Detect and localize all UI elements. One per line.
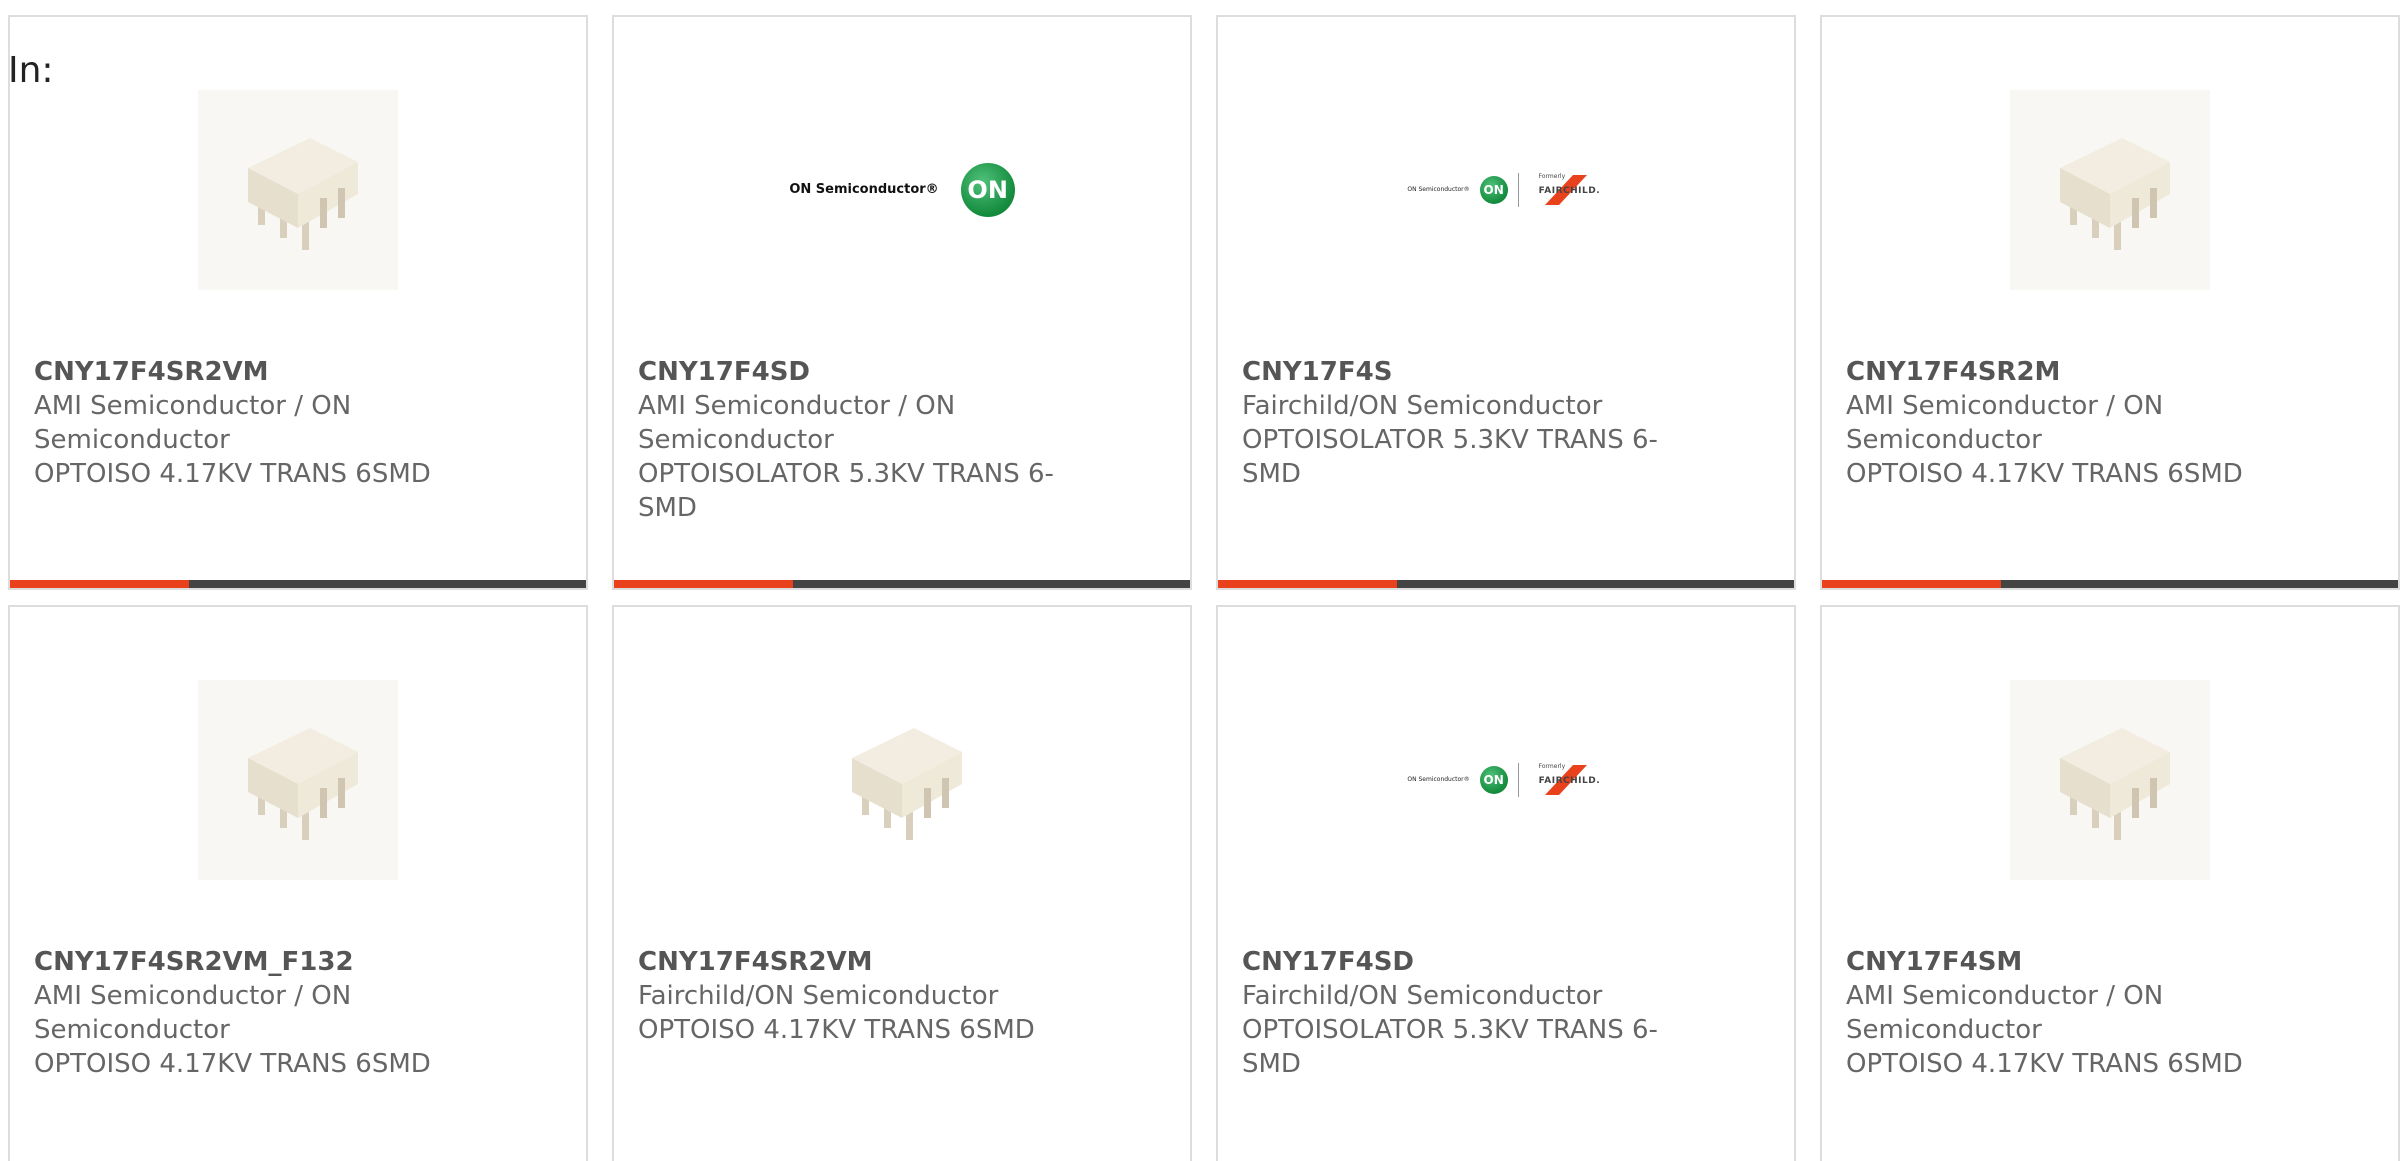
product-image	[10, 87, 586, 292]
logo-text: ON Semiconductor®	[789, 182, 939, 197]
product-image: ON Semiconductor® ON Formerly FAIRCHILD.	[1218, 87, 1794, 292]
chip-6smd-image	[802, 679, 1002, 880]
description: OPTOISO 4.17KV TRANS 6SMD	[638, 1015, 1035, 1045]
part-number[interactable]: CNY17F4SD	[1242, 945, 1682, 979]
product-card[interactable]: CNY17F4SR2VM AMI Semiconductor / ON Semi…	[8, 15, 588, 590]
manufacturer: AMI Semiconductor / ON Semiconductor	[638, 391, 956, 455]
product-info: CNY17F4SR2VM Fairchild/ON Semiconductor …	[638, 945, 1078, 1047]
part-number[interactable]: CNY17F4SD	[638, 355, 1078, 389]
logo-divider	[1517, 172, 1519, 207]
chip-6smd-image	[198, 679, 398, 880]
logo-text: ON Semiconductor®	[1407, 186, 1470, 193]
part-number[interactable]: CNY17F4S	[1242, 355, 1682, 389]
description: OPTOISO 4.17KV TRANS 6SMD	[1846, 1049, 2243, 1079]
product-image	[10, 677, 586, 882]
product-results-page: In: CNY17F4SR2VM AMI Semiconductor / ON …	[0, 0, 2400, 1161]
product-info: CNY17F4SD AMI Semiconductor / ON Semicon…	[638, 355, 1078, 525]
description: OPTOISO 4.17KV TRANS 6SMD	[34, 1049, 431, 1079]
product-card[interactable]: CNY17F4SR2VM Fairchild/ON Semiconductor …	[612, 605, 1192, 1161]
on-logo-icon: ON	[960, 162, 1015, 217]
part-number[interactable]: CNY17F4SR2VM	[638, 945, 1078, 979]
manufacturer: Fairchild/ON Semiconductor	[638, 981, 999, 1011]
on-fairchild-logo: ON Semiconductor® ON Formerly FAIRCHILD.	[1407, 762, 1605, 797]
product-image	[1822, 677, 2398, 882]
product-image: ON Semiconductor® ON Formerly FAIRCHILD.	[1218, 677, 1794, 882]
progress-bar	[1218, 580, 1794, 588]
progress-bar-fill	[10, 580, 189, 588]
on-fairchild-logo: ON Semiconductor® ON Formerly FAIRCHILD.	[1407, 172, 1605, 207]
fairchild-name: FAIRCHILD.	[1538, 775, 1601, 786]
fairchild-logo: Formerly FAIRCHILD.	[1529, 173, 1605, 207]
product-card[interactable]: ON Semiconductor® ON CNY17F4SD AMI Semic…	[612, 15, 1192, 590]
product-card[interactable]: CNY17F4SM AMI Semiconductor / ON Semicon…	[1820, 605, 2400, 1161]
fairchild-logo: Formerly FAIRCHILD.	[1529, 763, 1605, 797]
manufacturer: Fairchild/ON Semiconductor	[1242, 981, 1603, 1011]
part-number[interactable]: CNY17F4SR2M	[1846, 355, 2286, 389]
logo-text: ON Semiconductor®	[1407, 776, 1470, 783]
logo-divider	[1517, 762, 1519, 797]
description: OPTOISO 4.17KV TRANS 6SMD	[34, 459, 431, 489]
product-image	[614, 677, 1190, 882]
part-number[interactable]: CNY17F4SR2VM	[34, 355, 474, 389]
product-grid: CNY17F4SR2VM AMI Semiconductor / ON Semi…	[8, 15, 2400, 1161]
product-info: CNY17F4SD Fairchild/ON Semiconductor OPT…	[1242, 945, 1682, 1081]
progress-bar-fill	[1822, 580, 2001, 588]
description: OPTOISOLATOR 5.3KV TRANS 6-SMD	[1242, 425, 1658, 489]
product-card[interactable]: CNY17F4SR2VM_F132 AMI Semiconductor / ON…	[8, 605, 588, 1161]
product-info: CNY17F4SR2M AMI Semiconductor / ON Semic…	[1846, 355, 2286, 491]
progress-bar	[10, 580, 586, 588]
chip-6smd-image	[198, 89, 398, 290]
product-info: CNY17F4SR2VM AMI Semiconductor / ON Semi…	[34, 355, 474, 491]
fairchild-name: FAIRCHILD.	[1538, 185, 1601, 196]
on-semiconductor-logo: ON Semiconductor® ON	[789, 162, 1015, 217]
manufacturer: Fairchild/ON Semiconductor	[1242, 391, 1603, 421]
progress-bar	[614, 580, 1190, 588]
product-image	[1822, 87, 2398, 292]
in-label: In:	[8, 50, 54, 91]
product-image: ON Semiconductor® ON	[614, 87, 1190, 292]
product-info: CNY17F4SM AMI Semiconductor / ON Semicon…	[1846, 945, 2286, 1081]
description: OPTOISOLATOR 5.3KV TRANS 6-SMD	[1242, 1015, 1658, 1079]
progress-bar-fill	[614, 580, 793, 588]
description: OPTOISOLATOR 5.3KV TRANS 6-SMD	[638, 459, 1054, 523]
description: OPTOISO 4.17KV TRANS 6SMD	[1846, 459, 2243, 489]
manufacturer: AMI Semiconductor / ON Semiconductor	[1846, 391, 2164, 455]
manufacturer: AMI Semiconductor / ON Semiconductor	[34, 391, 352, 455]
product-card[interactable]: CNY17F4SR2M AMI Semiconductor / ON Semic…	[1820, 15, 2400, 590]
product-info: CNY17F4S Fairchild/ON Semiconductor OPTO…	[1242, 355, 1682, 491]
on-logo-icon: ON	[1479, 765, 1508, 794]
part-number[interactable]: CNY17F4SM	[1846, 945, 2286, 979]
product-info: CNY17F4SR2VM_F132 AMI Semiconductor / ON…	[34, 945, 474, 1081]
chip-6smd-image	[2010, 679, 2210, 880]
manufacturer: AMI Semiconductor / ON Semiconductor	[34, 981, 352, 1045]
product-card[interactable]: ON Semiconductor® ON Formerly FAIRCHILD.…	[1216, 15, 1796, 590]
on-logo-icon: ON	[1479, 175, 1508, 204]
product-card[interactable]: ON Semiconductor® ON Formerly FAIRCHILD.…	[1216, 605, 1796, 1161]
progress-bar	[1822, 580, 2398, 588]
chip-6smd-image	[2010, 89, 2210, 290]
progress-bar-fill	[1218, 580, 1397, 588]
part-number[interactable]: CNY17F4SR2VM_F132	[34, 945, 474, 979]
manufacturer: AMI Semiconductor / ON Semiconductor	[1846, 981, 2164, 1045]
